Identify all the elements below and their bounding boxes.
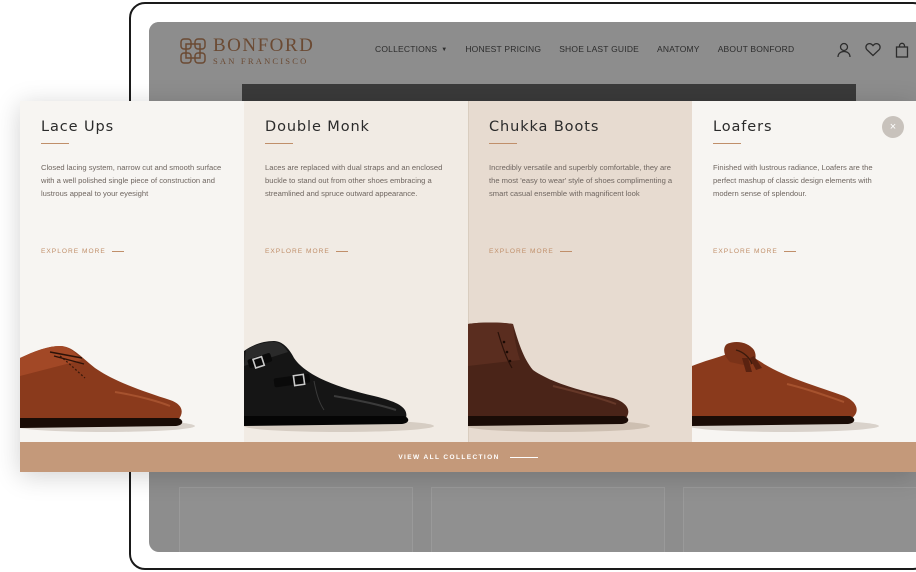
- header-icons: [837, 42, 909, 58]
- view-all-label: VIEW ALL COLLECTION: [398, 453, 500, 461]
- brand-name: BONFORD: [213, 35, 315, 56]
- site-header: BONFORD SAN FRANCISCO COLLECTIONS ▼ HONES…: [149, 22, 916, 82]
- brand-logo[interactable]: BONFORD SAN FRANCISCO: [179, 36, 314, 66]
- main-nav: COLLECTIONS ▼ HONEST PRICING SHOE LAST GU…: [375, 44, 794, 54]
- arrow-line-icon: [783, 251, 796, 252]
- shopping-bag-icon[interactable]: [895, 42, 909, 58]
- menu-column-chukka-boots[interactable]: Chukka Boots Incredibly versatile and su…: [468, 101, 692, 442]
- chukka-boot-image: [468, 322, 650, 432]
- product-tile[interactable]: [179, 487, 413, 552]
- column-title: Lace Ups: [41, 119, 115, 135]
- brand-monogram-icon: [180, 38, 206, 64]
- arrow-line-icon: [559, 251, 572, 252]
- close-icon: ×: [889, 121, 897, 133]
- column-description: Closed lacing system, narrow cut and smo…: [41, 163, 222, 198]
- nav-item-collections[interactable]: COLLECTIONS ▼: [375, 44, 447, 54]
- arrow-line-icon: [335, 251, 348, 252]
- explore-more-link[interactable]: EXPLORE MORE: [713, 248, 796, 255]
- wishlist-heart-icon[interactable]: [865, 42, 881, 57]
- title-underline: [489, 143, 517, 144]
- nav-item-honest-pricing[interactable]: HONEST PRICING: [465, 44, 541, 54]
- menu-column-loafers[interactable]: Loafers Finished with lustrous radiance,…: [692, 101, 916, 442]
- arrow-line-icon: [111, 251, 124, 252]
- product-tiles: [179, 487, 916, 552]
- title-underline: [713, 143, 741, 144]
- brand-tagline: SAN FRANCISCO: [213, 56, 309, 66]
- column-description: Finished with lustrous radiance, Loafers…: [713, 163, 873, 198]
- nav-item-about-bonford[interactable]: ABOUT BONFORD: [718, 44, 795, 54]
- close-menu-button[interactable]: ×: [882, 116, 904, 138]
- column-description: Laces are replaced with dual straps and …: [265, 163, 443, 198]
- product-tile[interactable]: [431, 487, 665, 552]
- title-underline: [41, 143, 69, 144]
- nav-item-shoe-last-guide[interactable]: SHOE LAST GUIDE: [559, 44, 639, 54]
- arrow-line-icon: [509, 456, 538, 458]
- explore-more-link[interactable]: EXPLORE MORE: [41, 248, 124, 255]
- column-title: Double Monk: [265, 119, 370, 135]
- product-tile[interactable]: [683, 487, 916, 552]
- menu-column-lace-ups[interactable]: Lace Ups Closed lacing system, narrow cu…: [20, 101, 244, 442]
- caret-down-icon: ▼: [441, 46, 448, 53]
- column-title: Loafers: [713, 119, 773, 135]
- column-description: Incredibly versatile and superbly comfor…: [489, 163, 673, 198]
- loafer-shoe-image: [692, 342, 879, 432]
- double-monk-shoe-image: [244, 341, 434, 432]
- title-underline: [265, 143, 293, 144]
- collections-mega-menu: Lace Ups Closed lacing system, narrow cu…: [20, 101, 916, 472]
- column-title: Chukka Boots: [489, 119, 600, 135]
- view-all-collection-button[interactable]: VIEW ALL COLLECTION: [20, 442, 916, 472]
- nav-item-anatomy[interactable]: ANATOMY: [657, 44, 700, 54]
- menu-column-double-monk[interactable]: Double Monk Laces are replaced with dual…: [244, 101, 468, 442]
- explore-more-link[interactable]: EXPLORE MORE: [265, 248, 348, 255]
- account-icon[interactable]: [837, 42, 851, 58]
- explore-more-link[interactable]: EXPLORE MORE: [489, 248, 572, 255]
- lace-up-shoe-image: [20, 346, 195, 432]
